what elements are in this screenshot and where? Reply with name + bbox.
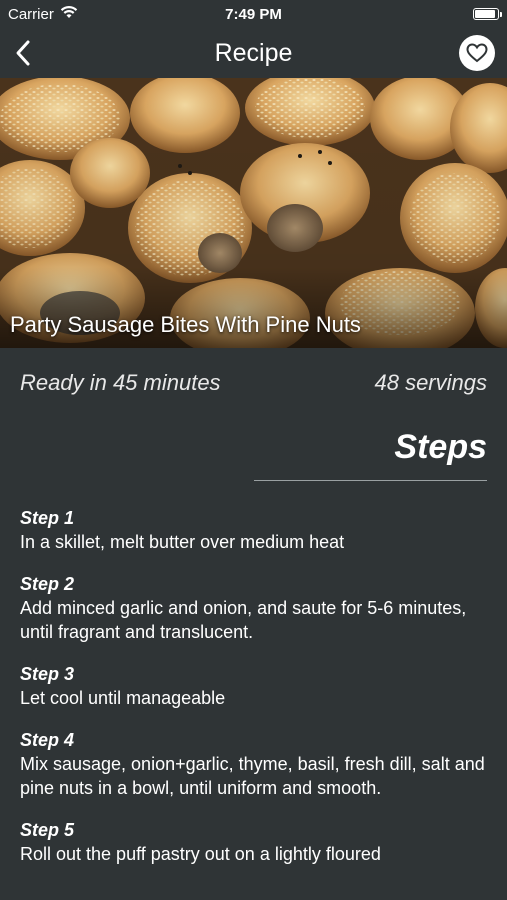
steps-heading: Steps — [394, 428, 487, 466]
step-title: Step 5 — [20, 820, 75, 840]
page-title: Recipe — [214, 38, 293, 67]
battery-icon — [473, 8, 502, 20]
step-item: Step 2 Add minced garlic and onion, and … — [20, 572, 487, 644]
step-text: In a skillet, melt butter over medium he… — [20, 532, 345, 552]
step-title: Step 4 — [20, 730, 75, 750]
sausage-rolls-illustration — [0, 78, 507, 348]
step-title: Step 1 — [20, 508, 75, 528]
step-title: Step 3 — [20, 664, 75, 684]
nav-bar: Recipe — [0, 28, 507, 78]
step-text: Roll out the puff pastry out on a lightl… — [20, 844, 381, 864]
step-text: Add minced garlic and onion, and saute f… — [20, 598, 467, 642]
recipe-meta: Ready in 45 minutes 48 servings — [20, 370, 487, 396]
step-item: Step 5 Roll out the puff pastry out on a… — [20, 818, 487, 866]
step-item: Step 1 In a skillet, melt butter over me… — [20, 506, 487, 554]
recipe-title: Party Sausage Bites With Pine Nuts — [10, 312, 361, 337]
steps-divider — [254, 480, 487, 481]
step-item: Step 4 Mix sausage, onion+garlic, thyme,… — [20, 728, 487, 800]
back-button[interactable] — [10, 37, 36, 69]
step-text: Mix sausage, onion+garlic, thyme, basil,… — [20, 754, 485, 798]
favorite-button[interactable] — [459, 35, 495, 71]
step-text: Let cool until manageable — [20, 688, 226, 708]
recipe-hero-image: Party Sausage Bites With Pine Nuts — [0, 78, 507, 348]
status-bar: Carrier 7:49 PM — [0, 0, 507, 28]
status-time: 7:49 PM — [225, 6, 282, 23]
steps-list: Step 1 In a skillet, melt butter over me… — [20, 506, 487, 884]
step-item: Step 3 Let cool until manageable — [20, 662, 487, 710]
heart-icon — [466, 43, 488, 63]
chevron-left-icon — [16, 40, 30, 66]
ready-time: Ready in 45 minutes — [20, 370, 221, 395]
servings-count: 48 servings — [374, 370, 487, 395]
step-title: Step 2 — [20, 574, 75, 594]
